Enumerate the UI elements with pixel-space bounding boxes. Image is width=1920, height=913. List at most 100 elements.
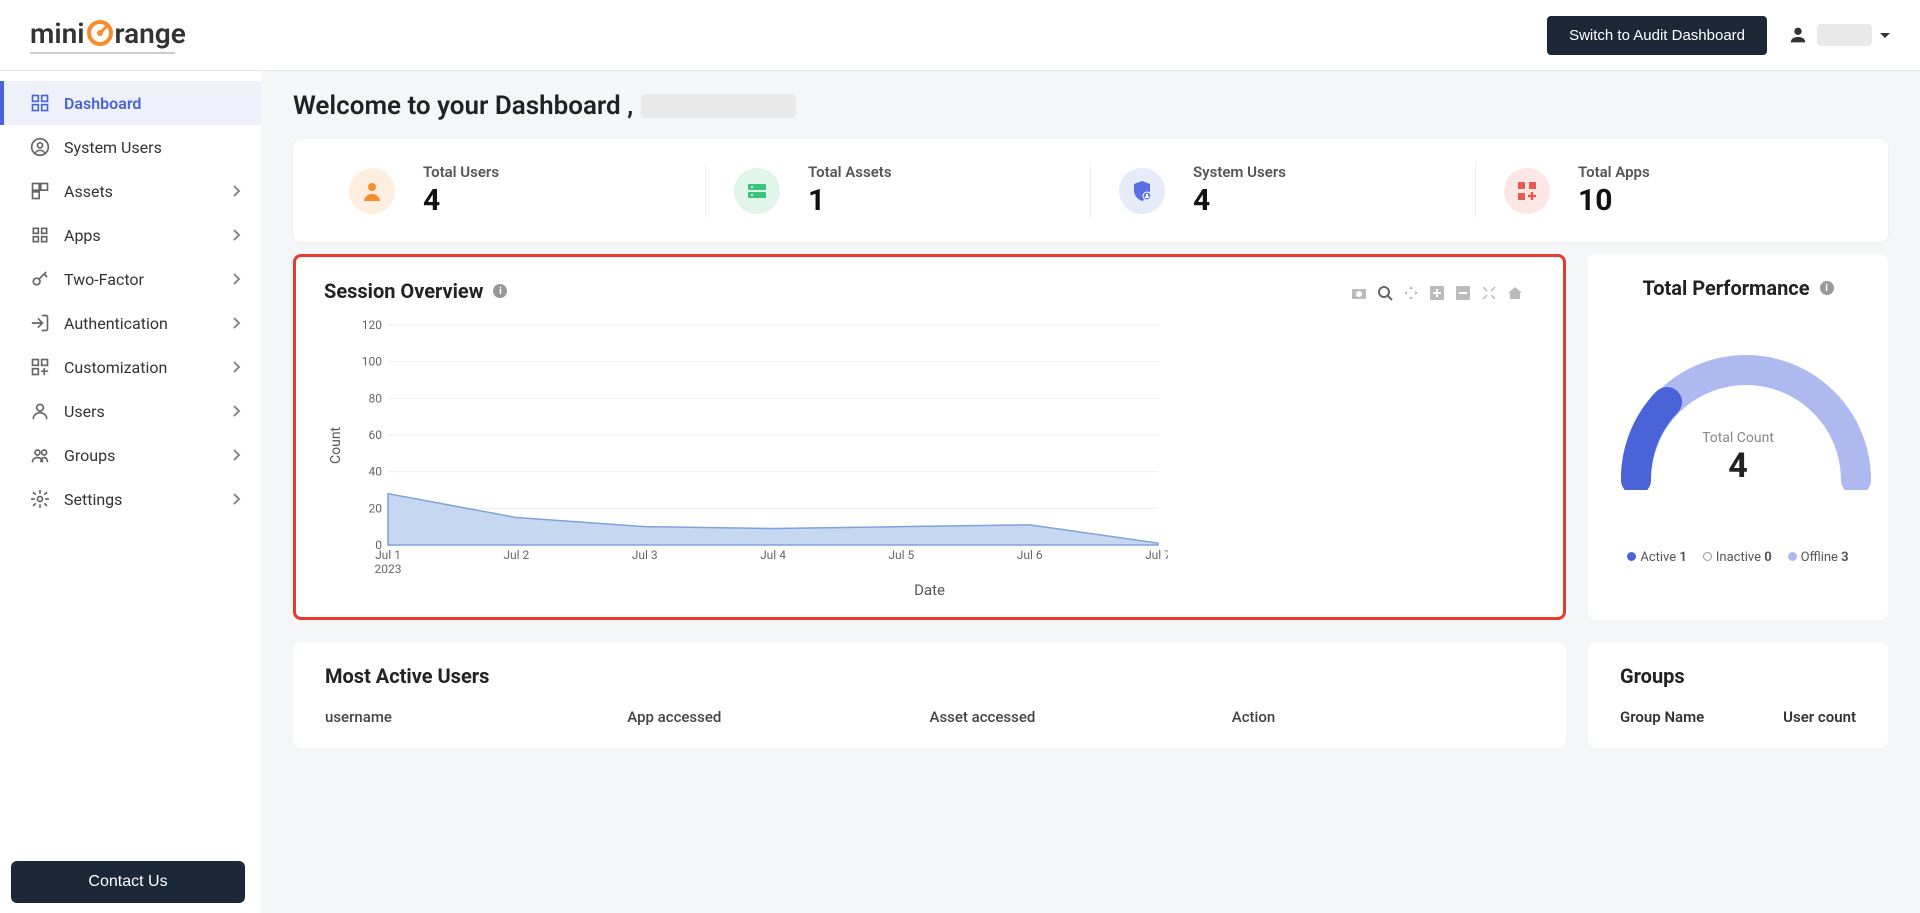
groups-title: Groups: [1620, 664, 1856, 688]
svg-text:Jul 5: Jul 5: [888, 548, 914, 562]
stat-value: 4: [1193, 183, 1286, 218]
stat-label: Total Assets: [808, 163, 892, 181]
sidebar-item-apps[interactable]: Apps: [0, 213, 261, 257]
stat-label: Total Users: [423, 163, 499, 181]
user-menu[interactable]: [1787, 24, 1890, 46]
sidebar-item-label: Two-Factor: [64, 270, 144, 289]
sidebar-item-label: Apps: [64, 226, 101, 245]
main-content: Welcome to your Dashboard , Total Users4…: [261, 71, 1920, 913]
legend-item-offline: Offline 3: [1788, 550, 1849, 565]
svg-text:Jul 2: Jul 2: [503, 548, 529, 562]
svg-text:Jul 6: Jul 6: [1017, 548, 1043, 562]
sidebar-item-groups[interactable]: Groups: [0, 433, 261, 477]
user-icon: [1787, 24, 1809, 46]
active-users-title: Most Active Users: [325, 664, 1534, 688]
sidebar-item-system-users[interactable]: System Users: [0, 125, 261, 169]
svg-text:80: 80: [369, 391, 383, 405]
sidebar-item-assets[interactable]: Assets: [0, 169, 261, 213]
switch-dashboard-button[interactable]: Switch to Audit Dashboard: [1547, 16, 1767, 55]
sidebar: Dashboard System Users Assets Apps Two-Facto…: [0, 71, 261, 913]
svg-text:Jul 3: Jul 3: [632, 548, 658, 562]
customize-icon: [30, 357, 50, 377]
svg-text:60: 60: [369, 428, 383, 442]
stat-total-users: Total Users4: [321, 163, 706, 218]
stat-value: 1: [808, 183, 892, 218]
chevron-right-icon: [231, 184, 241, 198]
chevron-right-icon: [231, 404, 241, 418]
contact-us-button[interactable]: Contact Us: [11, 861, 245, 903]
svg-text:Jul 4: Jul 4: [760, 548, 786, 562]
grid-plus-icon: [1504, 168, 1550, 214]
sidebar-item-users[interactable]: Users: [0, 389, 261, 433]
column-header: username: [325, 708, 627, 726]
session-chart: 020406080100120Jul 12023Jul 2Jul 3Jul 4J…: [348, 315, 1168, 575]
logo: mini range: [30, 17, 186, 54]
sidebar-item-dashboard[interactable]: Dashboard: [0, 81, 261, 125]
svg-text:100: 100: [362, 355, 382, 369]
autoscale-icon[interactable]: [1481, 285, 1497, 301]
svg-text:Jul 7: Jul 7: [1145, 548, 1168, 562]
column-header: Action: [1232, 708, 1534, 726]
chevron-right-icon: [231, 272, 241, 286]
key-icon: [30, 269, 50, 289]
person-icon: [30, 401, 50, 421]
sidebar-item-two-factor[interactable]: Two-Factor: [0, 257, 261, 301]
session-overview-card: Session Overview i Count 020406080100120…: [293, 254, 1566, 620]
active-users-table-header: usernameApp accessedAsset accessedAction: [325, 708, 1534, 726]
welcome-row: Welcome to your Dashboard ,: [293, 91, 1888, 121]
chevron-right-icon: [231, 492, 241, 506]
sidebar-item-customization[interactable]: Customization: [0, 345, 261, 389]
zoom-icon[interactable]: [1377, 285, 1393, 301]
shield-user-icon: [1119, 168, 1165, 214]
column-header: Asset accessed: [930, 708, 1232, 726]
info-icon[interactable]: i: [1820, 281, 1834, 295]
chevron-down-icon: [1880, 33, 1890, 38]
sidebar-item-settings[interactable]: Settings: [0, 477, 261, 521]
session-title: Session Overview: [324, 279, 483, 303]
total-performance-card: Total Performance i Total Count 4 Active…: [1588, 254, 1888, 620]
chevron-right-icon: [231, 360, 241, 374]
gauge-label: Total Count: [1616, 430, 1860, 446]
info-icon[interactable]: i: [493, 284, 507, 298]
zoom-in-icon[interactable]: [1429, 285, 1445, 301]
stats-card: Total Users4 Total Assets 1 System Users 4 To…: [293, 139, 1888, 242]
most-active-users-card: Most Active Users usernameApp accessedAs…: [293, 642, 1566, 748]
stat-total-assets: Total Assets 1: [706, 163, 1091, 218]
welcome-username-placeholder: [641, 94, 796, 118]
camera-icon[interactable]: [1351, 285, 1367, 301]
sidebar-item-label: System Users: [64, 138, 162, 157]
chart-y-label: Count: [324, 315, 348, 575]
server-icon: [734, 168, 780, 214]
sidebar-item-label: Settings: [64, 490, 122, 509]
stat-label: System Users: [1193, 163, 1286, 181]
performance-legend: Active 1 Inactive 0 Offline 3: [1616, 550, 1860, 565]
group-icon: [30, 445, 50, 465]
page-title: Welcome to your Dashboard ,: [293, 91, 633, 121]
chevron-right-icon: [231, 316, 241, 330]
chart-toolbar: [1351, 285, 1523, 301]
svg-text:2023: 2023: [375, 562, 402, 575]
pan-icon[interactable]: [1403, 285, 1419, 301]
username-placeholder: [1817, 24, 1872, 46]
stat-value: 10: [1578, 183, 1650, 218]
apps-icon: [30, 225, 50, 245]
header: mini range Switch to Audit Dashboard: [0, 0, 1920, 71]
column-header: Group Name: [1620, 708, 1704, 726]
legend-item-active: Active 1: [1627, 550, 1687, 565]
chevron-right-icon: [231, 228, 241, 242]
logo-text-2: range: [115, 17, 186, 50]
sidebar-item-authentication[interactable]: Authentication: [0, 301, 261, 345]
groups-table-header: Group NameUser count: [1620, 708, 1856, 726]
sidebar-item-label: Users: [64, 402, 105, 421]
zoom-out-icon[interactable]: [1455, 285, 1471, 301]
login-icon: [30, 313, 50, 333]
stat-system-users: System Users 4: [1091, 163, 1476, 218]
legend-item-inactive: Inactive 0: [1703, 550, 1772, 565]
home-icon[interactable]: [1507, 285, 1523, 301]
sidebar-item-label: Assets: [64, 182, 113, 201]
sidebar-item-label: Customization: [64, 358, 167, 377]
sidebar-item-label: Dashboard: [64, 94, 141, 113]
svg-text:120: 120: [362, 318, 382, 332]
groups-card: Groups Group NameUser count: [1588, 642, 1888, 748]
chevron-right-icon: [231, 448, 241, 462]
